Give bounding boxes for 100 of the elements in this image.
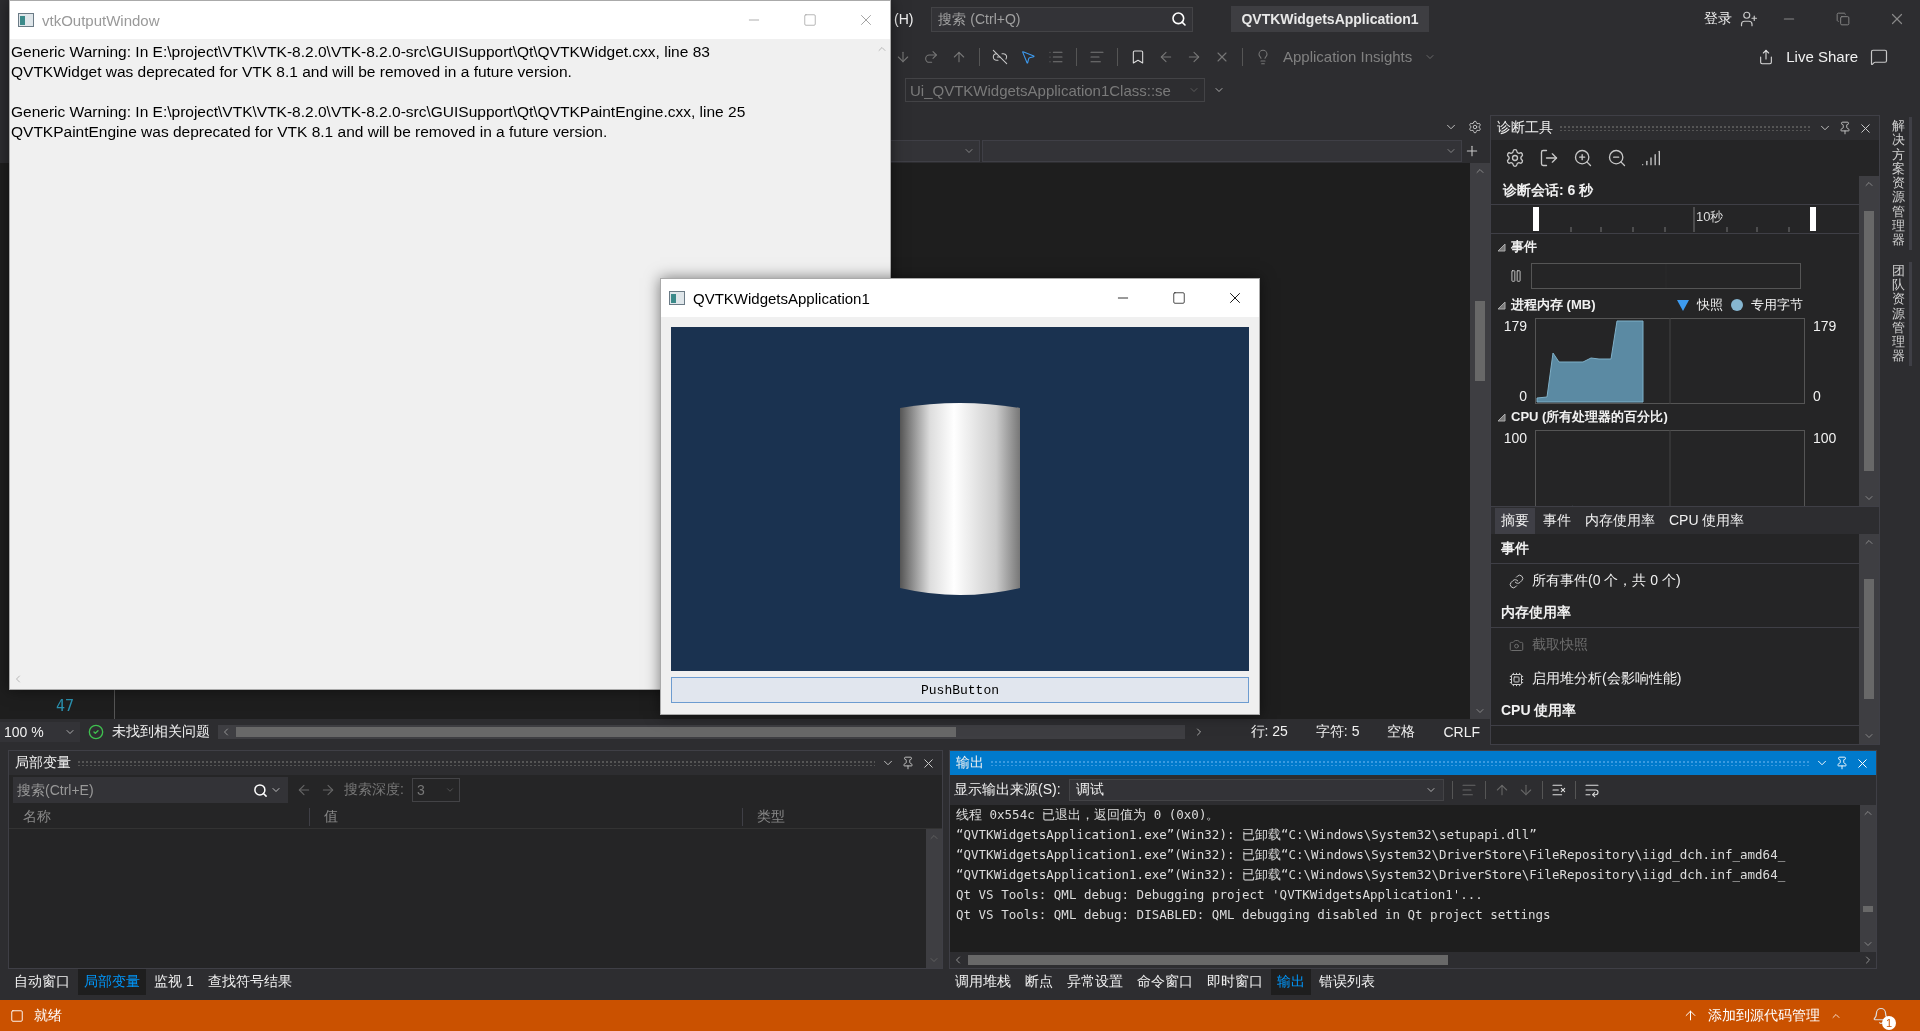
window-icon: [18, 13, 34, 27]
bookmark-icon[interactable]: [1130, 48, 1146, 65]
panel-tab[interactable]: 命令窗口: [1131, 969, 1199, 995]
sign-in-link[interactable]: 登录: [1704, 10, 1732, 28]
panel-grip[interactable]: [77, 760, 875, 766]
pin-icon[interactable]: [1838, 121, 1852, 135]
depth-dropdown[interactable]: 3: [416, 782, 425, 798]
pause-icon[interactable]: [1509, 269, 1523, 283]
split-icon[interactable]: [1464, 143, 1480, 159]
bell-icon[interactable]: [1872, 1006, 1890, 1025]
expand-triangle-icon[interactable]: [1497, 300, 1506, 310]
search-field[interactable]: 搜索 (Ctrl+Q): [931, 6, 1194, 32]
side-tab[interactable]: 解决方案资源管理器: [1888, 117, 1912, 250]
restore-icon[interactable]: [1836, 12, 1850, 26]
source-label: 显示输出来源(S):: [954, 781, 1061, 799]
summary-link[interactable]: 启用堆分析(会影响性能): [1532, 670, 1682, 688]
panel-tab[interactable]: 即时窗口: [1201, 969, 1269, 995]
check-circle-icon[interactable]: [88, 724, 104, 740]
output-line: Qt VS Tools: QML debug: Debugging project 'QVTKWidgetsApplication1'...: [956, 886, 1484, 904]
clear-all-icon[interactable]: [1550, 782, 1567, 798]
align-icon[interactable]: [1460, 782, 1477, 798]
menu-item[interactable]: (H): [894, 11, 914, 27]
window-title: vtkOutputWindow: [42, 11, 160, 29]
caret-icon[interactable]: [444, 785, 455, 795]
status-text: 就绪: [34, 1006, 62, 1025]
tab[interactable]: 摘要: [1495, 507, 1535, 534]
summary-link[interactable]: 所有事件(0 个，共 0 个): [1532, 572, 1681, 590]
column-header[interactable]: 类型: [742, 807, 942, 826]
section-title: 进程内存 (MB): [1511, 296, 1596, 314]
settings-icon[interactable]: [1468, 120, 1482, 134]
window-icon: [10, 1008, 24, 1023]
log-message: Generic Warning: In E:\project\VTK\VTK-8.2.0\VTK-8.2.0-src\GUISupport\Qt\QVTKPaintEngine.cxx, line 25 QVTKPaintEngine was deprecated for VTK 8.1 and will be removed in a future version.: [11, 102, 747, 142]
source-control-button[interactable]: 添加到源代码管理: [1708, 1006, 1820, 1025]
pin-icon[interactable]: [1835, 756, 1849, 770]
chain-icon[interactable]: [1509, 573, 1524, 589]
search-icon[interactable]: [253, 782, 268, 798]
side-tab[interactable]: 团队资源管理器: [1888, 261, 1912, 366]
push-button[interactable]: PushButton: [671, 677, 1249, 703]
panel-tab[interactable]: 输出: [1271, 969, 1311, 995]
tab[interactable]: CPU 使用率: [1663, 507, 1751, 534]
zoom-in-icon[interactable]: [1573, 148, 1593, 168]
pin-icon[interactable]: [901, 756, 915, 770]
maximize-icon[interactable]: [1172, 291, 1186, 305]
axis-label: 179: [1813, 318, 1837, 334]
column-header[interactable]: 值: [309, 807, 742, 826]
tab[interactable]: 事件: [1537, 507, 1577, 534]
zoom-out-icon[interactable]: [1607, 148, 1627, 168]
application-insights-menu[interactable]: Application Insights: [1283, 48, 1413, 65]
panel-title: 局部变量: [15, 754, 71, 772]
axis-label: 179: [1503, 318, 1527, 334]
search-field[interactable]: 搜索(Ctrl+E): [13, 777, 288, 803]
render-view[interactable]: [671, 327, 1249, 671]
panel-tab[interactable]: 断点: [1019, 969, 1059, 995]
scroll-thumb[interactable]: [1864, 579, 1874, 699]
panel-tab[interactable]: 错误列表: [1313, 969, 1381, 995]
panel-tab[interactable]: 监视 1: [148, 969, 200, 995]
scroll-thumb[interactable]: [236, 727, 956, 737]
live-share-button[interactable]: Live Share: [1786, 48, 1858, 65]
panel-tab[interactable]: 查找符号结果: [201, 969, 298, 995]
panel-tab[interactable]: 局部变量: [78, 969, 146, 995]
share-icon[interactable]: [1758, 48, 1775, 65]
unlink-icon[interactable]: [992, 48, 1008, 65]
panel-tab[interactable]: 异常设置: [1061, 969, 1129, 995]
bars-icon[interactable]: [1641, 148, 1661, 168]
summary-heading: CPU 使用率: [1491, 696, 1859, 726]
pointer-icon[interactable]: [1020, 48, 1036, 65]
settings-icon[interactable]: [1505, 148, 1525, 168]
panel-tab[interactable]: 调用堆栈: [949, 969, 1017, 995]
column-header[interactable]: 名称: [9, 807, 309, 826]
source-dropdown[interactable]: 调试: [1075, 781, 1104, 799]
scroll-thumb[interactable]: [1475, 301, 1485, 381]
scroll-thumb[interactable]: [968, 955, 1448, 965]
redo-icon[interactable]: [923, 48, 939, 65]
expand-triangle-icon[interactable]: [1497, 242, 1506, 252]
export-icon[interactable]: [1539, 148, 1559, 168]
search-icon[interactable]: [1171, 11, 1188, 27]
section-title: CPU (所有处理器的百分比): [1511, 408, 1668, 426]
user-plus-icon[interactable]: [1740, 10, 1758, 28]
scrollbar[interactable]: [1470, 163, 1490, 719]
back-icon[interactable]: [296, 782, 312, 798]
forward-icon[interactable]: [320, 782, 336, 798]
ruler-label: 10秒: [1696, 208, 1724, 226]
camera-icon[interactable]: [1509, 637, 1524, 653]
panel-grip[interactable]: [990, 760, 1809, 766]
scroll-thumb[interactable]: [1863, 905, 1873, 912]
feedback-icon[interactable]: [1870, 47, 1888, 66]
expand-triangle-icon[interactable]: [1497, 412, 1506, 422]
word-wrap-icon[interactable]: [1583, 782, 1600, 798]
cursor-status: CRLF: [1443, 724, 1480, 740]
chip-icon[interactable]: [1509, 671, 1524, 687]
cursor-status: 行: 25: [1250, 723, 1288, 741]
legend-label: 专用字节: [1751, 296, 1803, 314]
lightbulb-icon[interactable]: [1255, 48, 1271, 65]
scrollbar[interactable]: [1859, 176, 1879, 506]
tab[interactable]: 内存使用率: [1579, 507, 1661, 534]
panel-tab[interactable]: 自动窗口: [8, 969, 76, 995]
scrollbar[interactable]: [1859, 534, 1879, 744]
scroll-thumb[interactable]: [1864, 211, 1874, 471]
scrollbar[interactable]: [1860, 805, 1876, 952]
legend-label: 快照: [1697, 296, 1723, 314]
